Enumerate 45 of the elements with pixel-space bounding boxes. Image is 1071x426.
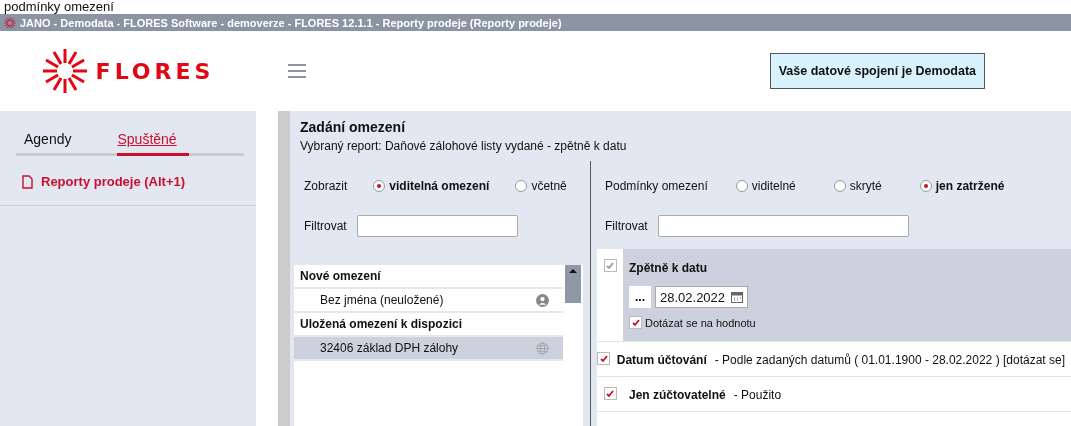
date-field[interactable]: 28.02.2022 (655, 286, 749, 308)
radio-option[interactable]: jen zatržené (919, 179, 1005, 193)
field-label: Filtrovat (605, 219, 648, 233)
user-icon (536, 293, 549, 307)
radio-option[interactable]: viditelná omezení (373, 179, 490, 193)
globe-icon (536, 341, 549, 355)
logo-text: FLORES (95, 58, 215, 84)
scrollbar[interactable] (563, 265, 583, 426)
condition-name: Zpětně k datu (629, 261, 707, 275)
radio-dot[interactable] (373, 180, 386, 192)
radio-dot[interactable] (919, 180, 932, 192)
filter-field[interactable] (356, 215, 518, 237)
radio-dot[interactable] (735, 180, 748, 192)
condition-detail: - Podle zadaných datumů ( 01.01.1900 - 28.02.2022 ) [dotázat se] (714, 353, 1065, 367)
sidebar-tab[interactable]: Agendy (24, 127, 84, 156)
starburst-icon (4, 16, 16, 29)
checkbox[interactable] (603, 387, 617, 400)
calendar-icon[interactable] (731, 291, 744, 303)
connection-notice: Vaše datové spojení je Demodata (769, 53, 985, 89)
radio-option[interactable]: včetně (515, 179, 567, 193)
section-title: Zadání omezení (299, 118, 407, 135)
checkbox[interactable] (629, 316, 642, 329)
report-subtitle: Vybraný report: Daňové zálohové listy vydané - zpětně k datu (299, 138, 628, 153)
sidebar-tab[interactable]: Spuštěné (117, 127, 189, 156)
list-item[interactable]: 32406 základ DPH zálohy (294, 337, 563, 361)
checkbox-label: Dotázat se na hodnotu (645, 316, 756, 329)
field-label: Zobrazit (304, 179, 348, 193)
field-label: Filtrovat (304, 219, 347, 233)
radio-dot[interactable] (515, 180, 528, 192)
radio-option[interactable]: viditelné (735, 179, 796, 193)
field-label: Podmínky omezení (605, 179, 708, 193)
ellipsis-button[interactable]: ... (629, 286, 651, 308)
filter-field[interactable] (657, 215, 909, 237)
window-title: JANO - Demodata - FLORES Software - demoverze - FLORES 12.1.1 - Reporty prodeje (Reporty prodeje) (0, 14, 1071, 31)
starburst-icon (41, 48, 88, 94)
document-icon (22, 174, 33, 189)
menu-icon[interactable] (286, 62, 308, 80)
radio-dot[interactable] (833, 180, 846, 192)
condition-name: Jen zúčtovatelné (629, 388, 726, 402)
checkbox[interactable] (603, 259, 617, 272)
checkbox[interactable] (597, 352, 611, 365)
radio-option[interactable]: skryté (833, 179, 882, 193)
condition-name: Datum účtování (616, 353, 707, 367)
condition-detail: - Použito (733, 388, 782, 402)
caption-text: podmínky omezení (3, 0, 115, 14)
